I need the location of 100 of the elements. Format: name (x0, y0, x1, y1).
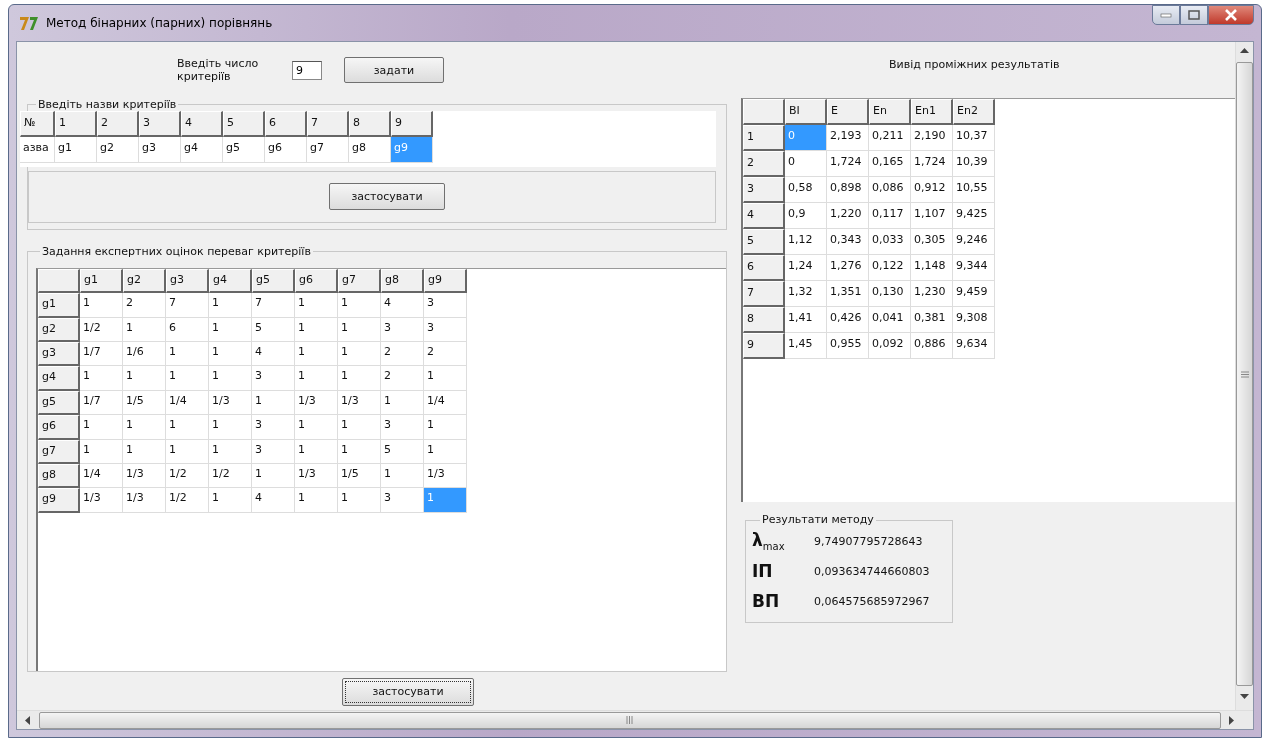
matrix-cell[interactable]: 1 (338, 342, 381, 367)
name-cell[interactable]: g5 (223, 136, 265, 163)
matrix-cell[interactable]: 1/4 (166, 390, 209, 416)
close-button[interactable] (1208, 5, 1254, 25)
matrix-cell[interactable]: 3 (252, 439, 295, 464)
matrix-cell[interactable]: 1 (295, 415, 338, 440)
matrix-cell[interactable]: 1 (338, 415, 381, 440)
result-cell[interactable]: 1,230 (911, 281, 953, 307)
result-cell[interactable]: 0,130 (869, 281, 911, 307)
matrix-cell[interactable]: 1 (209, 342, 252, 367)
matrix-cell[interactable]: 1/3 (123, 463, 166, 489)
result-cell[interactable]: 9,246 (953, 229, 995, 255)
matrix-cell[interactable]: 1 (166, 439, 209, 464)
apply-button[interactable]: застосувати (342, 677, 474, 706)
matrix-cell[interactable]: 1 (295, 342, 338, 367)
matrix-cell[interactable]: 1/7 (80, 390, 123, 416)
matrix-cell[interactable]: 1/3 (123, 488, 166, 513)
result-cell[interactable]: 9,459 (953, 281, 995, 307)
result-cell[interactable]: 9,344 (953, 255, 995, 281)
name-cell[interactable]: g8 (349, 136, 391, 163)
matrix-cell[interactable]: 2 (424, 342, 467, 367)
matrix-cell[interactable]: 1 (209, 415, 252, 440)
matrix-cell[interactable]: 1 (80, 439, 123, 464)
matrix-cell[interactable]: 1 (80, 293, 123, 318)
matrix-cell[interactable]: 2 (123, 293, 166, 318)
result-cell[interactable]: 2,190 (911, 125, 953, 151)
name-cell[interactable]: g6 (265, 136, 307, 163)
result-cell[interactable]: 0,886 (911, 333, 953, 359)
matrix-cell[interactable]: 3 (424, 317, 467, 342)
matrix-cell[interactable]: 1 (123, 366, 166, 391)
result-cell[interactable]: 9,634 (953, 333, 995, 359)
result-cell[interactable]: 0,041 (869, 307, 911, 333)
result-cell[interactable]: 0,898 (827, 177, 869, 203)
name-cell[interactable]: g1 (55, 136, 97, 163)
up-arrow-icon[interactable] (1240, 48, 1249, 54)
matrix-cell[interactable]: 1 (166, 366, 209, 391)
left-arrow-icon[interactable] (25, 715, 31, 725)
matrix-cell[interactable]: 4 (252, 342, 295, 367)
result-cell[interactable]: 0,117 (869, 203, 911, 229)
criteria-count-field[interactable]: 9 (292, 60, 322, 80)
matrix-cell[interactable]: 1 (209, 293, 252, 318)
result-cell[interactable]: 1,724 (911, 151, 953, 177)
result-cell[interactable]: 0,912 (911, 177, 953, 203)
result-cell[interactable]: 0,165 (869, 151, 911, 177)
matrix-cell[interactable]: 1 (209, 366, 252, 391)
matrix-cell[interactable]: 3 (381, 488, 424, 513)
matrix-cell[interactable]: 1 (123, 439, 166, 464)
name-cell[interactable]: g7 (307, 136, 349, 163)
matrix-cell[interactable]: 7 (166, 293, 209, 318)
matrix-cell[interactable]: 1/5 (123, 390, 166, 416)
result-cell[interactable]: 1,351 (827, 281, 869, 307)
result-cell[interactable]: 10,55 (953, 177, 995, 203)
matrix-cell[interactable]: 1 (166, 415, 209, 440)
result-cell[interactable]: 10,39 (953, 151, 995, 177)
result-cell[interactable]: 1,41 (785, 307, 827, 333)
result-cell[interactable]: 1,724 (827, 151, 869, 177)
result-cell[interactable]: 0,426 (827, 307, 869, 333)
matrix-cell[interactable]: 1/6 (123, 342, 166, 367)
matrix-cell[interactable]: 1/2 (209, 463, 252, 489)
matrix-cell[interactable]: 1 (424, 439, 467, 464)
result-cell[interactable]: 1,107 (911, 203, 953, 229)
result-cell[interactable]: 0,9 (785, 203, 827, 229)
matrix-cell[interactable]: 1 (295, 488, 338, 513)
matrix-cell[interactable]: 3 (252, 415, 295, 440)
result-cell[interactable]: 0,033 (869, 229, 911, 255)
matrix-cell[interactable]: 1 (338, 293, 381, 318)
matrix-cell[interactable]: 3 (252, 366, 295, 391)
matrix-cell[interactable]: 1/7 (80, 342, 123, 367)
matrix-cell[interactable]: 1 (338, 439, 381, 464)
result-cell[interactable]: 0,086 (869, 177, 911, 203)
matrix-cell[interactable]: 2 (381, 342, 424, 367)
matrix-cell[interactable]: 4 (252, 488, 295, 513)
matrix-cell[interactable]: 1 (252, 463, 295, 489)
result-cell[interactable]: 10,37 (953, 125, 995, 151)
result-cell[interactable]: 1,12 (785, 229, 827, 255)
matrix-cell[interactable]: 5 (252, 317, 295, 342)
apply-button[interactable]: застосувати (329, 183, 445, 211)
matrix-cell[interactable]: 1 (338, 488, 381, 513)
matrix-cell[interactable]: 1 (123, 415, 166, 440)
matrix-cell[interactable]: 1 (424, 366, 467, 391)
result-cell[interactable]: 1,220 (827, 203, 869, 229)
result-cell[interactable]: 1,45 (785, 333, 827, 359)
matrix-cell[interactable]: 1 (338, 317, 381, 342)
matrix-cell[interactable]: 1/2 (166, 463, 209, 489)
result-cell[interactable]: 0,122 (869, 255, 911, 281)
maximize-button[interactable] (1180, 5, 1208, 25)
matrix-cell[interactable]: 1/2 (166, 488, 209, 513)
matrix-cell[interactable]: 1 (295, 293, 338, 318)
result-cell[interactable]: 1,24 (785, 255, 827, 281)
result-cell[interactable]: 1,32 (785, 281, 827, 307)
matrix-cell[interactable]: 1 (424, 415, 467, 440)
name-cell[interactable]: g3 (139, 136, 181, 163)
matrix-cell[interactable]: 1 (338, 366, 381, 391)
matrix-cell[interactable]: 2 (381, 366, 424, 391)
matrix-cell[interactable]: 1 (381, 390, 424, 416)
result-cell[interactable]: 1,148 (911, 255, 953, 281)
result-cell[interactable]: 0,381 (911, 307, 953, 333)
minimize-button[interactable] (1152, 5, 1180, 25)
result-cell[interactable]: 1,276 (827, 255, 869, 281)
result-cell[interactable]: 0,58 (785, 177, 827, 203)
